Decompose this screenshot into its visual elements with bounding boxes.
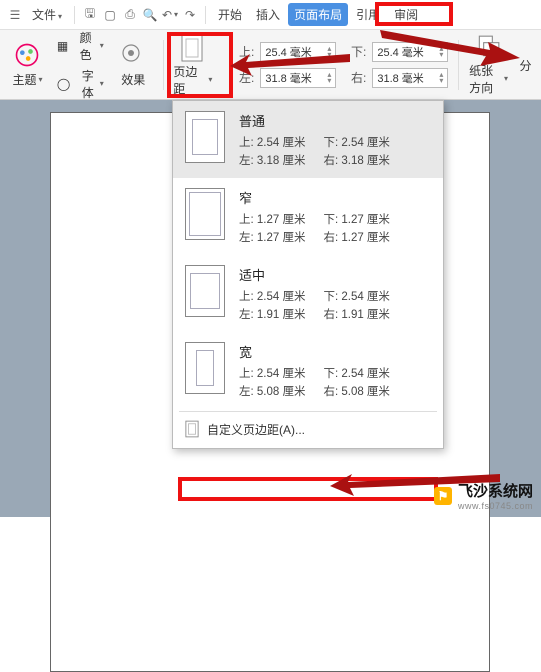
font-icon: ◯ (57, 77, 70, 91)
margin-thumb-icon (185, 342, 225, 394)
margin-option-wide[interactable]: 宽 上: 2.54 厘米下: 2.54 厘米 左: 5.08 厘米右: 5.08… (173, 332, 443, 409)
print-icon[interactable]: ⎙ (121, 6, 139, 24)
tab-review[interactable]: 审阅 (388, 3, 424, 26)
margin-option-moderate[interactable]: 适中 上: 2.54 厘米下: 2.54 厘米 左: 1.91 厘米右: 1.9… (173, 255, 443, 332)
orientation-button[interactable]: 纸张方向▾ (469, 36, 508, 94)
break-button[interactable]: 分 (518, 36, 533, 94)
margin-dropdown: 普通 上: 2.54 厘米下: 2.54 厘米 左: 3.18 厘米右: 3.1… (172, 100, 444, 449)
redo-icon[interactable]: ↷ (181, 6, 199, 24)
undo-icon[interactable]: ↶▾ (161, 6, 179, 24)
margin-bottom-input[interactable]: 25.4 毫米▴▾ (372, 42, 448, 62)
effect-button[interactable]: 效果 (114, 36, 153, 94)
margin-bottom-label: 下: (342, 43, 366, 60)
tab-start[interactable]: 开始 (212, 3, 248, 26)
hamburger-icon[interactable]: ☰ (6, 6, 24, 24)
tab-insert[interactable]: 插入 (250, 3, 286, 26)
custom-margins-icon (185, 420, 199, 438)
font-button[interactable]: ◯ 字体▾ (57, 67, 104, 101)
tab-page-layout[interactable]: 页面布局 (288, 3, 348, 26)
margin-option-narrow[interactable]: 窄 上: 1.27 厘米下: 1.27 厘米 左: 1.27 厘米右: 1.27… (173, 178, 443, 255)
margin-left-input[interactable]: 31.8 毫米▴▾ (260, 68, 336, 88)
tab-reference[interactable]: 引用 (350, 3, 386, 26)
margin-right-label: 右: (342, 69, 366, 86)
margin-right-input[interactable]: 31.8 毫米▴▾ (372, 68, 448, 88)
color-icon: ▦ (57, 39, 68, 53)
watermark-brand: 飞沙系统网 (458, 480, 533, 501)
margin-top-input[interactable]: 25.4 毫米▴▾ (260, 42, 336, 62)
orientation-icon (475, 34, 503, 60)
margin-option-normal[interactable]: 普通 上: 2.54 厘米下: 2.54 厘米 左: 3.18 厘米右: 3.1… (173, 101, 443, 178)
margin-thumb-icon (185, 188, 225, 240)
file-menu[interactable]: 文件▾ (26, 3, 68, 26)
ribbon: 主题▾ ▦ 颜色▾ ◯ 字体▾ 效果 页边距▾ 上: 25.4 毫米▴▾ 下: … (0, 30, 541, 100)
margin-icon (179, 33, 207, 61)
watermark-icon: ⚑ (434, 487, 452, 505)
margin-thumb-icon (185, 111, 225, 163)
watermark-url: www.fs0745.com (458, 501, 533, 511)
print-preview-icon[interactable]: ▢ (101, 6, 119, 24)
margin-thumb-icon (185, 265, 225, 317)
color-button[interactable]: ▦ 颜色▾ (57, 29, 104, 63)
theme-button[interactable]: 主题▾ (8, 36, 47, 94)
margin-values: 上: 25.4 毫米▴▾ 下: 25.4 毫米▴▾ 左: 31.8 毫米▴▾ 右… (230, 42, 448, 88)
custom-margins-button[interactable]: 自定义页边距(A)... (173, 414, 443, 444)
watermark: ⚑ 飞沙系统网 www.fs0745.com (434, 480, 533, 511)
find-icon[interactable]: 🔍 (141, 6, 159, 24)
effect-icon (119, 41, 147, 69)
margin-button[interactable]: 页边距▾ (173, 36, 212, 94)
save-icon[interactable]: 🖫 (81, 6, 99, 24)
margin-left-label: 左: (230, 69, 254, 86)
theme-icon (13, 41, 41, 69)
menu-bar: ☰ 文件▾ 🖫 ▢ ⎙ 🔍 ↶▾ ↷ 开始 插入 页面布局 引用 审阅 (0, 0, 541, 30)
margin-top-label: 上: (230, 43, 254, 60)
